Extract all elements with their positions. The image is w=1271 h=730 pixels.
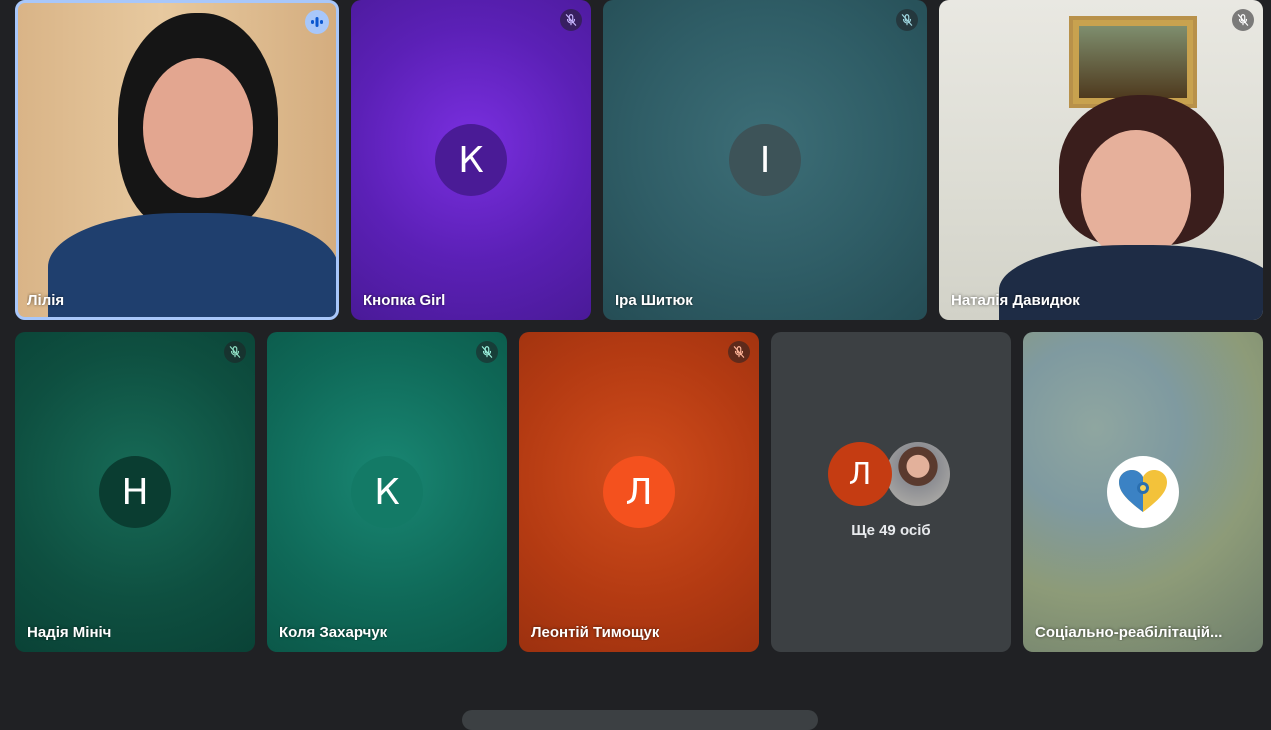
logo-avatar — [1107, 456, 1179, 528]
participant-name: Соціально-реабілітацій... — [1035, 624, 1223, 641]
avatar: К — [435, 124, 507, 196]
video-feed — [18, 3, 336, 317]
participant-name: Леонтій Тимощук — [531, 624, 660, 641]
participant-name: Коля Захарчук — [279, 624, 388, 641]
participant-name: Іра Шитюк — [615, 292, 693, 309]
mic-status — [1232, 9, 1254, 31]
mic-off-icon — [565, 14, 577, 26]
mic-off-icon — [481, 346, 493, 358]
video-feed — [939, 0, 1263, 320]
mic-off-icon — [901, 14, 913, 26]
participant-tile-natalia-davydiuk[interactable]: Наталія Давидюк — [939, 0, 1263, 320]
participant-name: Наталія Давидюк — [951, 292, 1080, 309]
heart-logo-icon — [1119, 470, 1167, 512]
avatar-initial: К — [374, 471, 400, 513]
mic-off-icon — [229, 346, 241, 358]
participant-tile-knopka-girl[interactable]: К Кнопка Girl — [351, 0, 591, 320]
avatar-initial: Л — [848, 456, 872, 492]
participant-tile-lilia[interactable]: Лілія — [15, 0, 339, 320]
mic-status — [224, 341, 246, 363]
overflow-avatar-stack: Л — [828, 442, 954, 506]
mic-status — [476, 341, 498, 363]
mic-status — [728, 341, 750, 363]
participant-tile-nadia-minich[interactable]: Н Надія Мініч — [15, 332, 255, 652]
participant-tile-social-rehab[interactable]: Соціально-реабілітацій... — [1023, 332, 1263, 652]
audio-wave-icon — [311, 17, 323, 27]
participant-name: Кнопка Girl — [363, 292, 446, 309]
mic-status — [896, 9, 918, 31]
avatar-initial: К — [458, 139, 484, 181]
overflow-participants-tile[interactable]: Л Ще 49 осіб — [771, 332, 1011, 652]
avatar-initial: Н — [121, 471, 149, 513]
avatar: Л — [603, 456, 675, 528]
avatar-initial: І — [759, 139, 771, 181]
controls-bar[interactable] — [462, 710, 818, 730]
overflow-avatar: Л — [828, 442, 892, 506]
mic-off-icon — [733, 346, 745, 358]
overflow-count-label: Ще 49 осіб — [851, 522, 931, 539]
speaking-indicator — [305, 10, 329, 34]
participant-tile-ira-shytiuk[interactable]: І Іра Шитюк — [603, 0, 927, 320]
avatar: Н — [99, 456, 171, 528]
participant-tile-kolia-zakharchuk[interactable]: К Коля Захарчук — [267, 332, 507, 652]
avatar-initial: Л — [625, 471, 653, 513]
participant-name: Лілія — [27, 292, 65, 309]
mic-status — [560, 9, 582, 31]
participant-tile-leontii-tymoshchuk[interactable]: Л Леонтій Тимощук — [519, 332, 759, 652]
overflow-avatar-photo — [886, 442, 950, 506]
participant-name: Надія Мініч — [27, 624, 112, 641]
mic-off-icon — [1237, 14, 1249, 26]
avatar: І — [729, 124, 801, 196]
avatar: К — [351, 456, 423, 528]
